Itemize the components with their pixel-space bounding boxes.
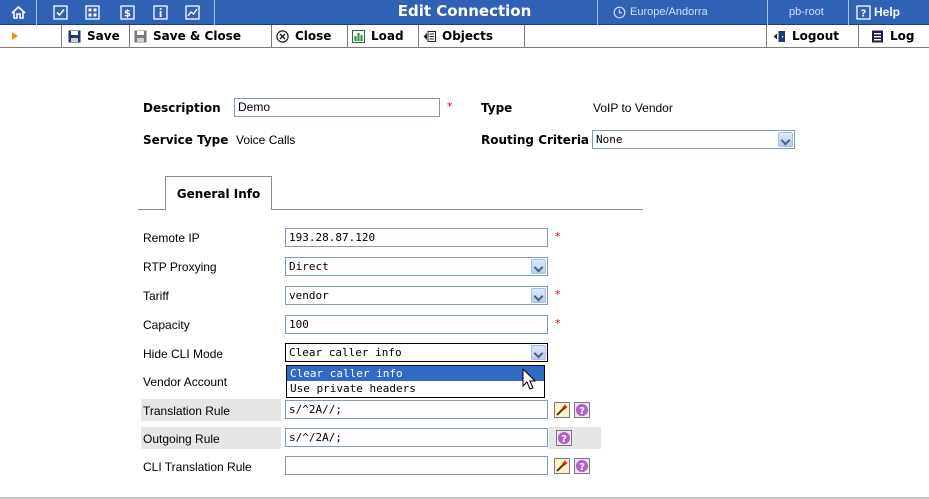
type-label: Type [481, 101, 513, 115]
save-button[interactable]: Save [64, 25, 130, 47]
required-marker: * [555, 230, 561, 243]
chevron-down-icon[interactable] [531, 288, 546, 303]
outgoing-rule-input[interactable]: s/^/2A/; [285, 428, 548, 447]
dropdown-option[interactable]: Clear caller info [287, 366, 544, 381]
help-question-icon[interactable]: ? [555, 429, 572, 446]
remote-ip-label: Remote IP [143, 231, 200, 245]
play-arrow-icon [12, 32, 18, 40]
home-icon[interactable] [10, 4, 27, 21]
chevron-down-icon[interactable] [531, 259, 546, 274]
logout-door-icon [773, 30, 785, 42]
vendor-account-label: Vendor Account [143, 375, 228, 389]
info-icon[interactable] [152, 4, 169, 21]
grid-icon[interactable] [84, 4, 101, 21]
objects-button[interactable]: Objects [419, 25, 525, 47]
service-type-value: Voice Calls [236, 133, 296, 147]
service-type-label: Service Type [143, 133, 229, 147]
required-marker: * [555, 317, 561, 330]
translation-rule-input[interactable]: s/^2A//; [285, 400, 548, 419]
help-link[interactable]: Help [874, 5, 900, 19]
tariff-value: vendor [289, 289, 329, 302]
remote-ip-input[interactable]: 193.28.87.120 [285, 228, 548, 247]
description-input[interactable]: Demo [234, 98, 440, 117]
close-label: Close [295, 29, 332, 43]
routing-criteria-value: None [596, 133, 623, 146]
floppy-close-icon [134, 30, 147, 42]
required-marker: * [447, 100, 453, 113]
svg-text:?: ? [861, 9, 867, 20]
hide-cli-mode-select[interactable]: Clear caller info [285, 343, 548, 362]
description-label: Description [143, 101, 221, 115]
tab-general-info[interactable]: General Info [165, 176, 272, 210]
mouse-cursor-icon [522, 367, 538, 395]
log-label: Log [890, 29, 915, 43]
routing-criteria-select[interactable]: None [592, 130, 795, 149]
hide-cli-mode-dropdown: Clear caller info Use private headers [286, 365, 545, 398]
chevron-down-icon[interactable] [778, 132, 793, 147]
toolbar: Save Save & Close Close Load Objects Log… [0, 25, 929, 48]
wizard-wand-icon[interactable] [553, 457, 570, 474]
objects-label: Objects [442, 29, 494, 43]
log-button[interactable]: Log [861, 25, 929, 47]
close-button[interactable]: Close [272, 25, 348, 47]
help-icon[interactable]: ? [855, 4, 872, 21]
timezone-label[interactable]: Europe/Andorra [630, 6, 708, 18]
tariff-label: Tariff [143, 289, 169, 303]
checkbox-icon[interactable] [52, 4, 69, 21]
logout-label: Logout [792, 29, 840, 43]
clock-icon [611, 4, 628, 21]
window-title: Edit Connection [397, 2, 532, 20]
floppy-icon [68, 30, 81, 42]
close-circle-icon [276, 29, 289, 43]
rtp-proxying-value: Direct [289, 260, 329, 273]
cli-translation-rule-label: CLI Translation Rule [143, 460, 252, 474]
user-label[interactable]: pb-root [789, 6, 824, 18]
routing-criteria-label: Routing Criteria [481, 133, 590, 147]
bar-chart-icon [352, 29, 365, 43]
dollar-icon[interactable]: $ [119, 4, 136, 21]
load-label: Load [371, 29, 404, 43]
tariff-select[interactable]: vendor [285, 286, 548, 305]
hide-cli-mode-label: Hide CLI Mode [143, 347, 224, 361]
tab-general-info-label: General Info [176, 186, 261, 201]
save-label: Save [87, 29, 120, 43]
svg-text:?: ? [561, 434, 567, 445]
type-value: VoIP to Vendor [593, 101, 673, 115]
logout-button[interactable]: Logout [767, 25, 859, 47]
cli-translation-rule-input[interactable] [285, 456, 548, 475]
objects-icon [423, 30, 436, 42]
chevron-down-icon[interactable] [531, 345, 546, 360]
hide-cli-mode-value: Clear caller info [289, 346, 402, 359]
outgoing-rule-label: Outgoing Rule [143, 432, 220, 446]
capacity-input[interactable]: 100 [285, 315, 548, 334]
rtp-proxying-select[interactable]: Direct [285, 257, 548, 276]
required-marker: * [555, 288, 561, 301]
svg-text:?: ? [579, 406, 585, 417]
translation-rule-label: Translation Rule [143, 404, 230, 418]
help-question-icon[interactable]: ? [573, 401, 590, 418]
svg-text:$: $ [124, 9, 131, 20]
save-close-button[interactable]: Save & Close [130, 25, 272, 47]
chart-icon[interactable] [184, 4, 201, 21]
help-question-icon[interactable]: ? [573, 457, 590, 474]
capacity-label: Capacity [143, 318, 190, 332]
load-button[interactable]: Load [348, 25, 419, 47]
wizard-wand-icon[interactable] [553, 401, 570, 418]
dropdown-option[interactable]: Use private headers [287, 381, 544, 396]
title-bar: $ Edit Connection Europe/Andorra pb-root… [0, 0, 929, 25]
svg-text:?: ? [579, 462, 585, 473]
log-book-icon [872, 30, 883, 42]
save-close-label: Save & Close [153, 29, 241, 43]
rtp-proxying-label: RTP Proxying [143, 260, 217, 274]
